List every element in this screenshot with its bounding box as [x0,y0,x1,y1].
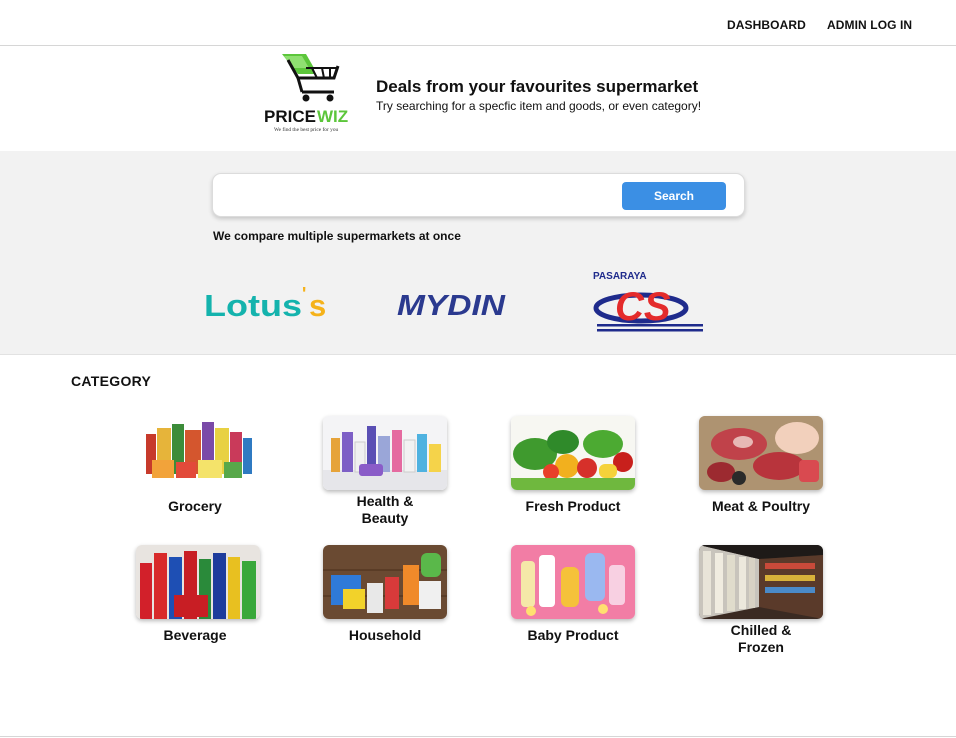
svg-text:We find the best price for you: We find the best price for you [274,126,339,133]
cart-icon [282,54,340,102]
pricewiz-logo[interactable]: PRICE WIZ We find the best price for you [262,52,362,134]
freezer-aisle-image [699,545,823,619]
grocery-products-image [136,416,260,490]
soft-drink-bottles-image [136,545,260,619]
category-heading: CATEGORY [71,373,152,389]
category-household-label[interactable]: Household [310,627,460,644]
svg-text:PRICE: PRICE [264,107,316,126]
category-grocery-label[interactable]: Grocery [120,498,270,515]
category-household-card[interactable] [323,545,447,619]
nav-dashboard-link[interactable]: DASHBOARD [727,18,806,32]
page-headline: Deals from your favourites supermarket [376,77,699,96]
category-fresh-product-label[interactable]: Fresh Product [498,498,648,515]
category-baby-product-label[interactable]: Baby Product [498,627,648,644]
category-grocery-card[interactable] [136,416,260,490]
category-meat-poultry-label[interactable]: Meat & Poultry [686,498,836,515]
svg-text:WIZ: WIZ [317,107,348,126]
category-beverage-label[interactable]: Beverage [120,627,270,644]
health-beauty-products-image [323,416,447,490]
top-navbar: DASHBOARD ADMIN LOG IN [0,0,956,46]
svg-text:PASARAYA: PASARAYA [593,271,647,282]
category-meat-poultry-card[interactable] [699,416,823,490]
fresh-vegetables-image [511,416,635,490]
category-fresh-product-card[interactable] [511,416,635,490]
category-baby-product-card[interactable] [511,545,635,619]
page-subheadline: Try searching for a specfic item and goo… [376,99,702,113]
category-chilled-frozen-label[interactable]: Chilled & Frozen [686,622,836,656]
category-beverage-card[interactable] [136,545,260,619]
category-health-beauty-card[interactable] [323,416,447,490]
mydin-logo: MYDIN [396,287,508,322]
search-bar: Search [212,173,745,217]
category-health-beauty-label[interactable]: Health & Beauty [310,493,460,527]
search-button[interactable]: Search [622,182,726,210]
category-chilled-frozen-card[interactable] [699,545,823,619]
raw-meat-image [699,416,823,490]
svg-text:s: s [309,288,326,323]
compare-caption: We compare multiple supermarkets at once [213,229,461,243]
svg-text:': ' [302,284,306,304]
lotus-logo: Lotus ' s [203,283,328,325]
svg-text:CS: CS [615,285,671,329]
svg-text:Lotus: Lotus [204,288,302,323]
pasaraya-cs-logo: PASARAYA CS [591,268,706,336]
nav-admin-login-link[interactable]: ADMIN LOG IN [827,18,912,32]
search-input[interactable] [223,182,623,210]
svg-text:MYDIN: MYDIN [397,290,506,321]
baby-care-products-image [511,545,635,619]
footer-divider [0,736,956,737]
cleaning-supplies-image [323,545,447,619]
